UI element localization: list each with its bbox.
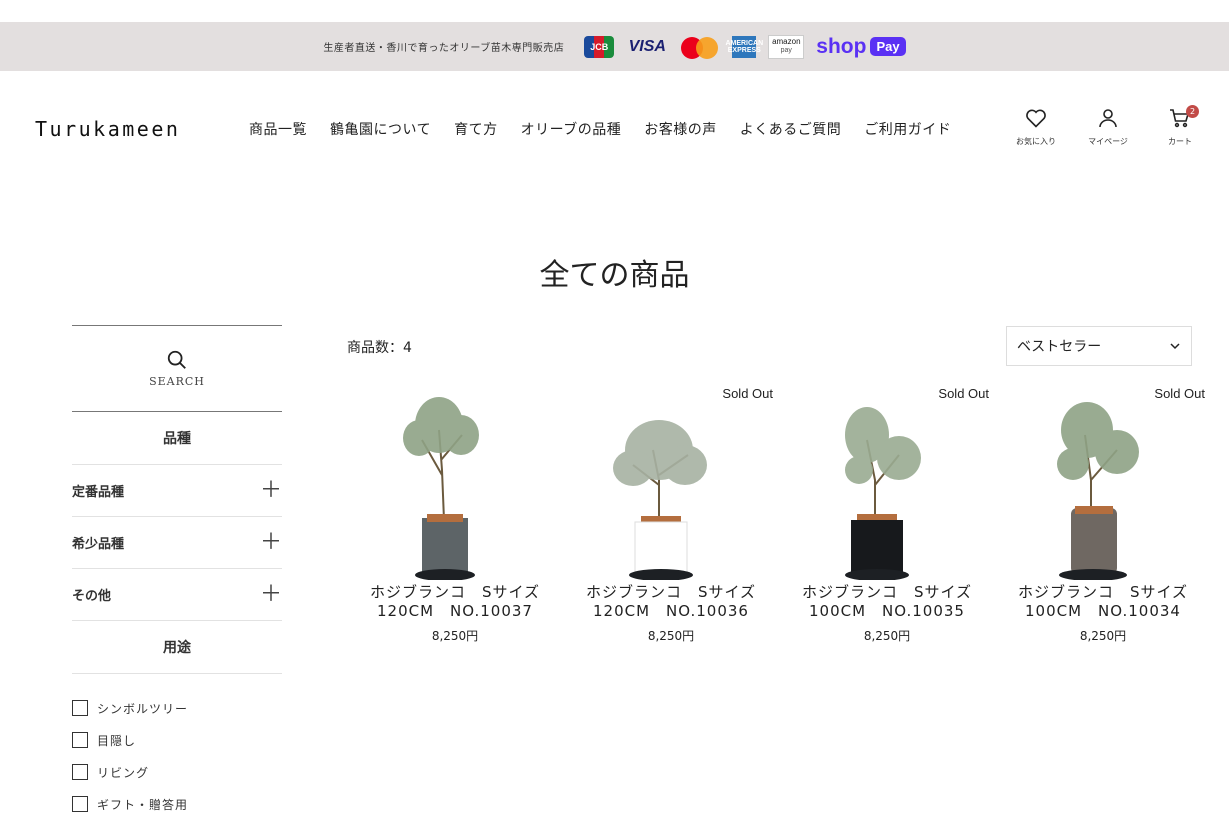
cart-label: カート [1168,137,1192,146]
mypage-label: マイページ [1088,137,1128,146]
use-option-label: リビング [97,765,150,780]
checkbox[interactable] [72,732,88,748]
cart-link[interactable]: 2 カート [1144,105,1216,147]
product-name[interactable]: ホジブランコ Sサイズ 120CM NO.10036 [586,583,756,621]
jcb-logo: JCB [584,35,615,58]
sold-out-label: Sold Out [1154,386,1205,401]
use-option-label: シンボルツリー [97,701,189,716]
header-icons: お気に入り マイページ 2 カート [1000,105,1216,147]
nav-faq[interactable]: よくあるご質問 [740,119,842,139]
product-name[interactable]: ホジブランコ Sサイズ 120CM NO.10037 [370,583,540,621]
product-price: 8,250円 [647,629,695,643]
amex-logo: AMERICAN EXPRESS [725,35,763,58]
product-image[interactable]: Sold Out [563,380,779,581]
shop-pay-logo: shop Pay [816,35,906,58]
product-price: 8,250円 [431,629,479,643]
nav-user-guide[interactable]: ご利用ガイド [864,119,951,139]
use-option-gift[interactable]: ギフト・贈答用 [72,788,282,819]
product-price: 8,250円 [863,629,911,643]
amazon-pay-logo: amazon pay [768,34,805,59]
site-header: Turukameen 商品一覧 鶴亀園について 育て方 オリーブの品種 お客様の… [0,100,1229,160]
use-option-symbol-tree[interactable]: シンボルツリー [72,692,282,724]
product-card[interactable]: Sold Out ホジブランコ Sサイズ 100CM NO.10035 8,25… [779,380,995,644]
nav-products[interactable]: 商品一覧 [249,119,307,139]
sort-select[interactable]: ベストセラー [1006,326,1192,366]
category-other[interactable]: その他 ＋ [72,569,282,621]
use-checkbox-list: シンボルツリー 目隠し リビング ギフト・贈答用 [72,674,282,819]
category-rare[interactable]: 希少品種 ＋ [72,517,282,569]
cart-count-badge: 2 [1186,105,1199,118]
filter-sidebar: SEARCH 品種 定番品種 ＋ 希少品種 ＋ その他 ＋ 用途 シンボルツリー… [72,325,282,819]
search-button[interactable]: SEARCH [72,325,282,412]
use-heading: 用途 [72,621,282,674]
plus-icon: ＋ [259,477,282,503]
visa-logo: VISA [628,37,666,55]
search-label: SEARCH [149,375,205,388]
shop-notice: 生産者直送・香川で育ったオリーブ苗木専門販売店 [323,43,565,54]
use-option-label: 目隠し [97,733,137,748]
product-name[interactable]: ホジブランコ Sサイズ 100CM NO.10035 [802,583,972,621]
category-standard[interactable]: 定番品種 ＋ [72,465,282,517]
product-card[interactable]: Sold Out ホジブランコ Sサイズ 120CM NO.10036 8,25… [563,380,779,644]
use-option-living[interactable]: リビング [72,756,282,788]
nav-reviews[interactable]: お客様の声 [644,119,717,139]
favorites-link[interactable]: お気に入り [1000,106,1072,147]
category-label: その他 [72,589,112,604]
chevron-down-icon [1170,343,1180,350]
checkbox[interactable] [72,796,88,812]
site-logo[interactable]: Turukameen [35,117,180,141]
checkbox[interactable] [72,764,88,780]
product-image[interactable]: Sold Out [995,380,1211,581]
plus-icon: ＋ [259,581,282,607]
nav-care-guide[interactable]: 育て方 [454,119,498,139]
product-card[interactable]: ホジブランコ Sサイズ 120CM NO.10037 8,250円 [347,380,563,644]
user-icon [1099,109,1117,128]
nav-about[interactable]: 鶴亀園について [330,119,431,139]
nav-olive-varieties[interactable]: オリーブの品種 [521,119,622,139]
use-option-label: ギフト・贈答用 [97,797,189,812]
product-price: 8,250円 [1079,629,1127,643]
mypage-link[interactable]: マイページ [1072,106,1144,147]
mastercard-logo [680,36,720,59]
use-option-screen[interactable]: 目隠し [72,724,282,756]
product-name[interactable]: ホジブランコ Sサイズ 100CM NO.10034 [1018,583,1188,621]
sold-out-label: Sold Out [722,386,773,401]
category-label: 定番品種 [72,485,125,500]
category-label: 希少品種 [72,537,125,552]
heart-icon [1026,109,1046,128]
sort-selected-value: ベストセラー [1017,339,1102,355]
main-nav: 商品一覧 鶴亀園について 育て方 オリーブの品種 お客様の声 よくあるご質問 ご… [249,119,951,139]
product-image[interactable]: Sold Out [779,380,995,581]
announcement-bar: 生産者直送・香川で育ったオリーブ苗木専門販売店 JCB VISA AMERICA… [0,22,1229,71]
product-grid: ホジブランコ Sサイズ 120CM NO.10037 8,250円 Sold O… [347,380,1211,644]
product-count: 商品数：4 [347,340,412,356]
variety-heading: 品種 [72,412,282,465]
search-icon [167,350,186,369]
favorites-label: お気に入り [1016,137,1056,146]
sold-out-label: Sold Out [938,386,989,401]
page-title: 全ての商品 [539,258,690,293]
plus-icon: ＋ [259,529,282,555]
product-card[interactable]: Sold Out ホジブランコ Sサイズ 100CM NO.10034 8,25… [995,380,1211,644]
checkbox[interactable] [72,700,88,716]
product-image[interactable] [347,380,563,581]
